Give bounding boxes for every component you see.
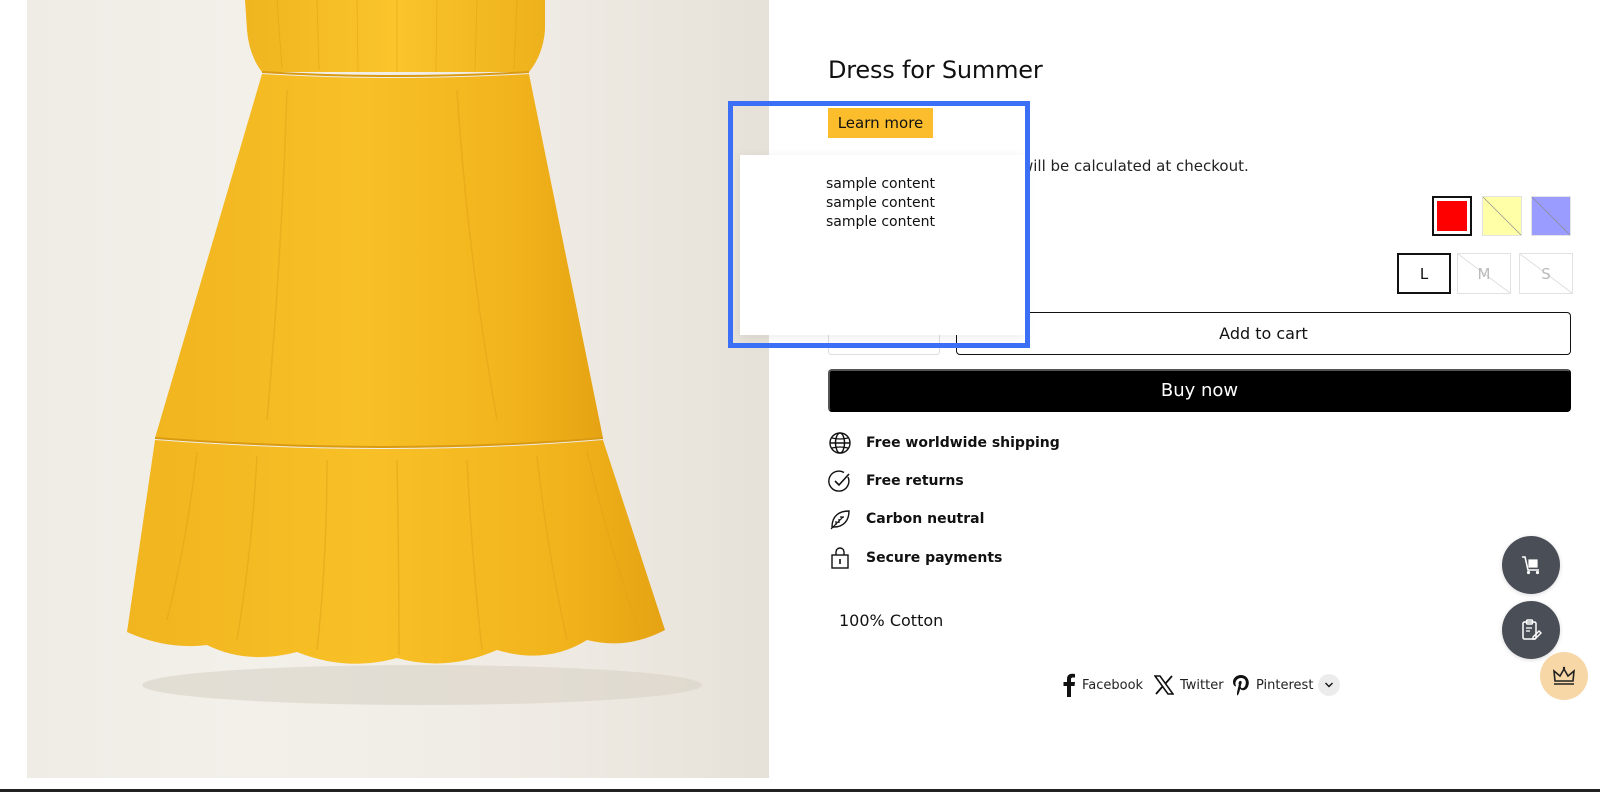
share-pinterest[interactable]: Pinterest: [1232, 672, 1313, 698]
product-title: Dress for Summer: [828, 56, 1043, 84]
popover-line: sample content: [826, 214, 935, 230]
lock-icon: [831, 547, 849, 569]
pinterest-label: Pinterest: [1256, 677, 1314, 693]
floating-cart-button[interactable]: [1502, 536, 1560, 594]
leaf-icon: [830, 510, 850, 530]
color-swatch-fill: [1483, 197, 1521, 235]
feature-label: Free worldwide shipping: [866, 435, 1060, 451]
feature-label: Free returns: [866, 473, 964, 489]
crown-icon: [1553, 666, 1575, 685]
size-option-s[interactable]: S: [1519, 253, 1573, 294]
size-label: M: [1477, 264, 1491, 283]
chevron-down-icon: [1325, 682, 1333, 688]
product-image[interactable]: [27, 0, 769, 778]
color-swatch-red[interactable]: [1432, 196, 1472, 236]
size-option-l[interactable]: L: [1397, 253, 1451, 294]
color-swatch-fill: [1437, 201, 1467, 231]
learn-more-popover: sample content sample content sample con…: [740, 155, 1025, 335]
color-swatch-yellow[interactable]: [1482, 196, 1522, 236]
floating-rewards-button[interactable]: [1540, 652, 1588, 700]
check-circle-icon: [828, 470, 850, 492]
dress-illustration: [127, 0, 702, 705]
size-label: S: [1541, 264, 1551, 283]
tax-note: will be calculated at checkout.: [1021, 157, 1249, 175]
feature-shipping: Free worldwide shipping: [828, 430, 1060, 456]
pinterest-icon: [1233, 675, 1249, 696]
facebook-icon: [1063, 673, 1075, 697]
hand-cart-icon: [1522, 556, 1540, 575]
size-label: L: [1419, 264, 1429, 283]
feature-returns: Free returns: [828, 468, 964, 494]
product-page: Dress for Summer Learn more will be calc…: [0, 0, 1600, 792]
share-facebook[interactable]: Facebook: [1062, 672, 1143, 698]
twitter-label: Twitter: [1180, 677, 1224, 693]
clipboard-edit-icon: [1522, 619, 1542, 640]
feature-carbon: Carbon neutral: [828, 506, 984, 532]
learn-more-button[interactable]: Learn more: [828, 108, 933, 138]
buy-now-button[interactable]: Buy now: [828, 369, 1571, 412]
floating-notes-button[interactable]: [1502, 601, 1560, 659]
feature-label: Carbon neutral: [866, 511, 985, 527]
share-more-button[interactable]: [1318, 674, 1340, 696]
color-swatch-fill: [1532, 197, 1570, 235]
feature-label: Secure payments: [866, 550, 1003, 566]
globe-icon: [829, 432, 851, 454]
add-to-cart-button[interactable]: Add to cart: [956, 312, 1571, 355]
size-option-m[interactable]: M: [1457, 253, 1511, 294]
share-twitter[interactable]: Twitter: [1154, 672, 1224, 698]
facebook-label: Facebook: [1082, 677, 1144, 693]
color-swatch-blue[interactable]: [1531, 196, 1571, 236]
feature-payments: Secure payments: [828, 545, 1002, 571]
popover-line: sample content: [826, 176, 935, 192]
material-text: 100% Cotton: [839, 611, 944, 630]
popover-line: sample content: [826, 195, 935, 211]
x-twitter-icon: [1154, 675, 1174, 695]
popover-arrow: [873, 146, 889, 154]
